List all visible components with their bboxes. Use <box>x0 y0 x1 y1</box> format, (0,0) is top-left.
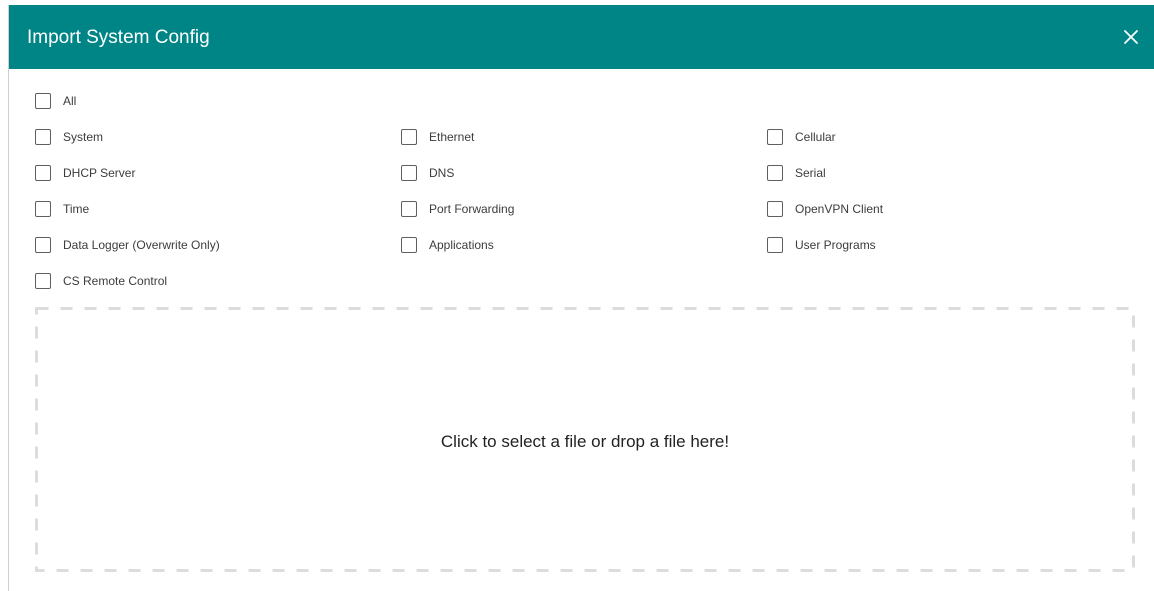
serial-label: Serial <box>795 166 826 180</box>
option-ethernet[interactable]: Ethernet <box>401 127 474 147</box>
dns-label: DNS <box>429 166 455 180</box>
applications-checkbox[interactable] <box>401 237 417 253</box>
cellular-label: Cellular <box>795 130 836 144</box>
port-forwarding-checkbox[interactable] <box>401 201 417 217</box>
option-serial[interactable]: Serial <box>767 163 826 183</box>
import-system-config-dialog: Import System Config All System Ethernet… <box>8 5 1154 591</box>
time-checkbox[interactable] <box>35 201 51 217</box>
option-dhcp-server[interactable]: DHCP Server <box>35 163 135 183</box>
time-label: Time <box>63 202 90 216</box>
dhcp-server-checkbox[interactable] <box>35 165 51 181</box>
dns-checkbox[interactable] <box>401 165 417 181</box>
data-logger-label: Data Logger (Overwrite Only) <box>63 238 220 252</box>
dialog-header: Import System Config <box>9 5 1154 69</box>
cs-remote-control-label: CS Remote Control <box>63 274 168 288</box>
applications-label: Applications <box>429 238 494 252</box>
cs-remote-control-checkbox[interactable] <box>35 273 51 289</box>
system-label: System <box>63 130 104 144</box>
openvpn-client-checkbox[interactable] <box>767 201 783 217</box>
ethernet-label: Ethernet <box>429 130 475 144</box>
user-programs-checkbox[interactable] <box>767 237 783 253</box>
ethernet-checkbox[interactable] <box>401 129 417 145</box>
option-all[interactable]: All <box>35 91 76 111</box>
all-checkbox[interactable] <box>35 93 51 109</box>
serial-checkbox[interactable] <box>767 165 783 181</box>
close-button[interactable] <box>1119 25 1143 49</box>
dialog-title: Import System Config <box>27 27 210 48</box>
dhcp-server-label: DHCP Server <box>63 166 136 180</box>
option-cs-remote-control[interactable]: CS Remote Control <box>35 271 167 291</box>
data-logger-checkbox[interactable] <box>35 237 51 253</box>
all-label: All <box>63 94 77 108</box>
option-time[interactable]: Time <box>35 199 89 219</box>
option-data-logger[interactable]: Data Logger (Overwrite Only) <box>35 235 220 255</box>
port-forwarding-label: Port Forwarding <box>429 202 515 216</box>
dropzone-text: Click to select a file or drop a file he… <box>440 432 730 451</box>
file-drop-zone[interactable]: Click to select a file or drop a file he… <box>35 307 1135 572</box>
system-checkbox[interactable] <box>35 129 51 145</box>
option-cellular[interactable]: Cellular <box>767 127 836 147</box>
option-applications[interactable]: Applications <box>401 235 494 255</box>
close-icon <box>1124 30 1138 44</box>
option-port-forwarding[interactable]: Port Forwarding <box>401 199 514 219</box>
openvpn-client-label: OpenVPN Client <box>795 202 884 216</box>
option-system[interactable]: System <box>35 127 103 147</box>
option-openvpn-client[interactable]: OpenVPN Client <box>767 199 883 219</box>
option-dns[interactable]: DNS <box>401 163 454 183</box>
option-user-programs[interactable]: User Programs <box>767 235 876 255</box>
user-programs-label: User Programs <box>795 238 876 252</box>
cellular-checkbox[interactable] <box>767 129 783 145</box>
